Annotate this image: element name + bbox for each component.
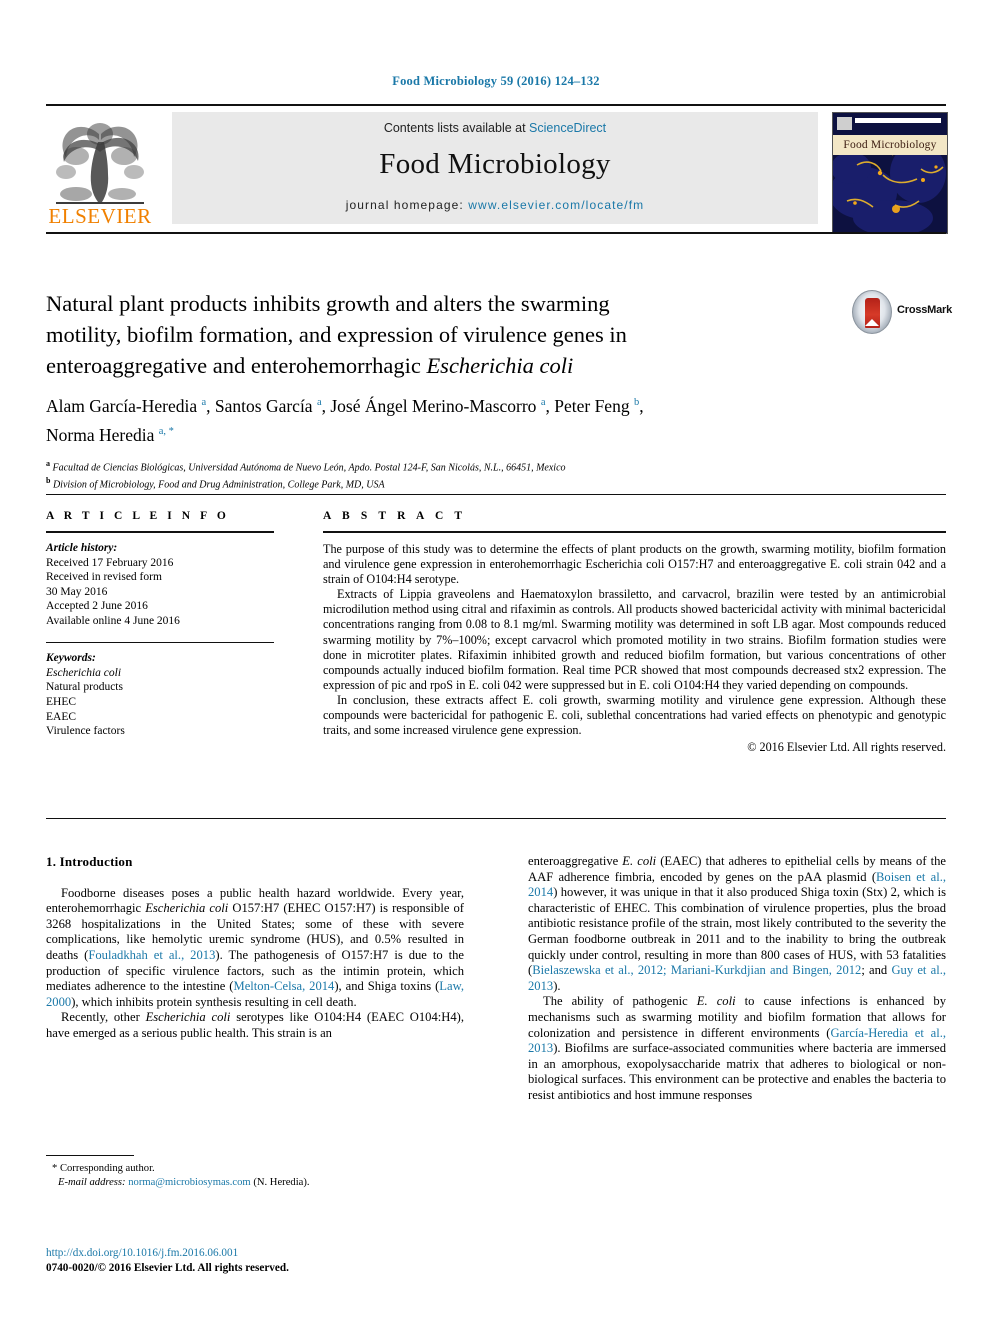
email-link[interactable]: norma@microbiosymas.com	[128, 1177, 250, 1188]
running-head: Food Microbiology 59 (2016) 124–132	[392, 74, 600, 88]
footnote-block: * Corresponding author. E-mail address: …	[46, 1155, 464, 1189]
sciencedirect-link[interactable]: ScienceDirect	[529, 121, 606, 135]
email-suffix: (N. Heredia).	[250, 1176, 310, 1188]
journal-title: Food Microbiology	[379, 148, 611, 180]
keyword-0: Escherichia coli	[46, 666, 122, 679]
cover-title: Food Microbiology	[833, 135, 947, 155]
citation-garcia-heredia-2013[interactable]: García-Heredia et al., 2013	[528, 1026, 946, 1056]
keywords: Keywords: Escherichia coli Natural produ…	[46, 651, 274, 739]
title-line-2: motility, biofilm formation, and express…	[46, 322, 627, 347]
keyword-4: Virulence factors	[46, 725, 125, 738]
footnote-rule	[46, 1155, 134, 1156]
keyword-1: Natural products	[46, 681, 123, 694]
abstract-copyright: © 2016 Elsevier Ltd. All rights reserved…	[747, 740, 946, 755]
article-history-title: Article history:	[46, 542, 118, 554]
section-heading-introduction: 1. Introduction	[46, 854, 133, 869]
elsevier-tree-icon	[56, 123, 144, 204]
intro-paragraph-2: Recently, other Escherichia coli serotyp…	[46, 1010, 464, 1040]
page-title: Natural plant products inhibits growth a…	[46, 288, 836, 381]
doi-link[interactable]: http://dx.doi.org/10.1016/j.fm.2016.06.0…	[46, 1247, 238, 1259]
journal-cover-image: Food Microbiology	[832, 112, 948, 234]
affiliation-b-text: Division of Microbiology, Food and Drug …	[52, 479, 385, 491]
masthead-bottom-rule	[46, 232, 946, 234]
title-line-3: enteroaggregative and enterohemorrhagic	[46, 353, 427, 378]
crossmark-label: CrossMark	[897, 304, 953, 316]
divider-below-abstract	[46, 818, 946, 819]
citation-boisen-2014[interactable]: Boisen et al., 2014	[528, 870, 946, 900]
article-info-block: A R T I C L E I N F O Article history: R…	[46, 510, 274, 739]
journal-homepage-link[interactable]: www.elsevier.com/locate/fm	[468, 198, 644, 212]
page-footer: http://dx.doi.org/10.1016/j.fm.2016.06.0…	[46, 1246, 506, 1276]
title-line-1: Natural plant products inhibits growth a…	[46, 291, 610, 316]
author-line-1: Alam García-Heredia a, Santos García a, …	[46, 395, 644, 416]
cover-publisher-mark	[837, 117, 852, 130]
keywords-divider	[46, 641, 274, 644]
author-list: Alam García-Heredia a, Santos García a, …	[46, 390, 876, 448]
title-species-name: Escherichia coli	[426, 353, 574, 378]
article-info-heading: A R T I C L E I N F O	[46, 510, 230, 522]
keyword-3: EAEC	[46, 710, 77, 723]
affiliation-a: a Facultad de Ciencias Biológicas, Unive…	[46, 458, 566, 473]
abstract-paragraph-3: In conclusion, these extracts affect E. …	[323, 692, 946, 738]
cover-artwork	[833, 113, 947, 233]
article-first-page: Food Microbiology 59 (2016) 124–132 ELSE…	[0, 0, 992, 1323]
homepage-prefix: journal homepage:	[345, 198, 469, 212]
contents-list-line: Contents lists available at ScienceDirec…	[172, 121, 818, 135]
article-history: Article history: Received 17 February 20…	[46, 541, 274, 629]
abstract-paragraph-1: The purpose of this study was to determi…	[323, 542, 946, 587]
intro-paragraph-3: enteroaggregative E. coli (EAEC) that ad…	[528, 854, 947, 993]
cover-strip	[855, 118, 941, 123]
history-item-1: Received in revised form	[46, 571, 162, 584]
abstract-heading: A B S T R A C T	[323, 510, 467, 522]
citation-fouladkhah-2013[interactable]: Fouladkhah et al., 2013	[88, 948, 215, 962]
crossmark-icon	[852, 290, 892, 334]
keyword-2: EHEC	[46, 695, 77, 708]
author-line-2: Norma Heredia a, *	[46, 424, 174, 445]
history-item-3: Accepted 2 June 2016	[46, 600, 148, 613]
affiliation-a-text: Facultad de Ciencias Biológicas, Univers…	[52, 461, 566, 473]
elsevier-logo: ELSEVIER	[46, 112, 154, 234]
citation-bielaszewska-2012[interactable]: Bielaszewska et al., 2012; Mariani-Kurkd…	[532, 963, 861, 977]
intro-paragraph-4: The ability of pathogenic E. coli to cau…	[528, 994, 947, 1102]
citation-melton-celsa-2014[interactable]: Melton-Celsa, 2014	[234, 979, 335, 993]
history-item-0: Received 17 February 2016	[46, 556, 174, 569]
abstract-paragraph-2: Extracts of Lippia graveolens and Haemat…	[323, 587, 946, 692]
crossmark-badge[interactable]: CrossMark	[852, 290, 952, 336]
contents-list-prefix: Contents lists available at	[383, 121, 530, 135]
journal-masthead: ELSEVIER Contents lists available at Sci…	[46, 104, 948, 234]
title-block: CrossMark Natural plant products inhibit…	[46, 288, 952, 492]
affiliation-b: b Division of Microbiology, Food and Dru…	[46, 475, 385, 491]
divider-above-abstract	[46, 494, 946, 495]
masthead-panel: Contents lists available at ScienceDirec…	[172, 112, 818, 224]
affiliations: a Facultad de Ciencias Biológicas, Unive…	[46, 457, 946, 492]
body-column-right: enteroaggregative E. coli (EAEC) that ad…	[528, 854, 946, 1104]
email-note: E-mail address: norma@microbiosymas.com …	[46, 1176, 464, 1190]
intro-paragraph-1: Foodborne diseases poses a public health…	[46, 885, 464, 1009]
article-info-rule	[46, 531, 274, 533]
crossmark-icon-notch	[865, 319, 879, 326]
email-label: E-mail address:	[58, 1176, 129, 1188]
body-column-left: 1. Introduction Foodborne diseases poses…	[46, 854, 464, 1042]
corresponding-author-note: * Corresponding author.	[52, 1163, 155, 1174]
keywords-title: Keywords:	[46, 652, 96, 665]
history-item-4: Available online 4 June 2016	[46, 614, 180, 627]
journal-homepage-line: journal homepage: www.elsevier.com/locat…	[172, 198, 818, 212]
abstract-block: A B S T R A C T The purpose of this stud…	[323, 510, 946, 755]
issn-copyright: 0740-0020/© 2016 Elsevier Ltd. All right…	[46, 1262, 289, 1274]
elsevier-wordmark: ELSEVIER	[48, 204, 152, 228]
history-item-2: 30 May 2016	[46, 585, 108, 598]
